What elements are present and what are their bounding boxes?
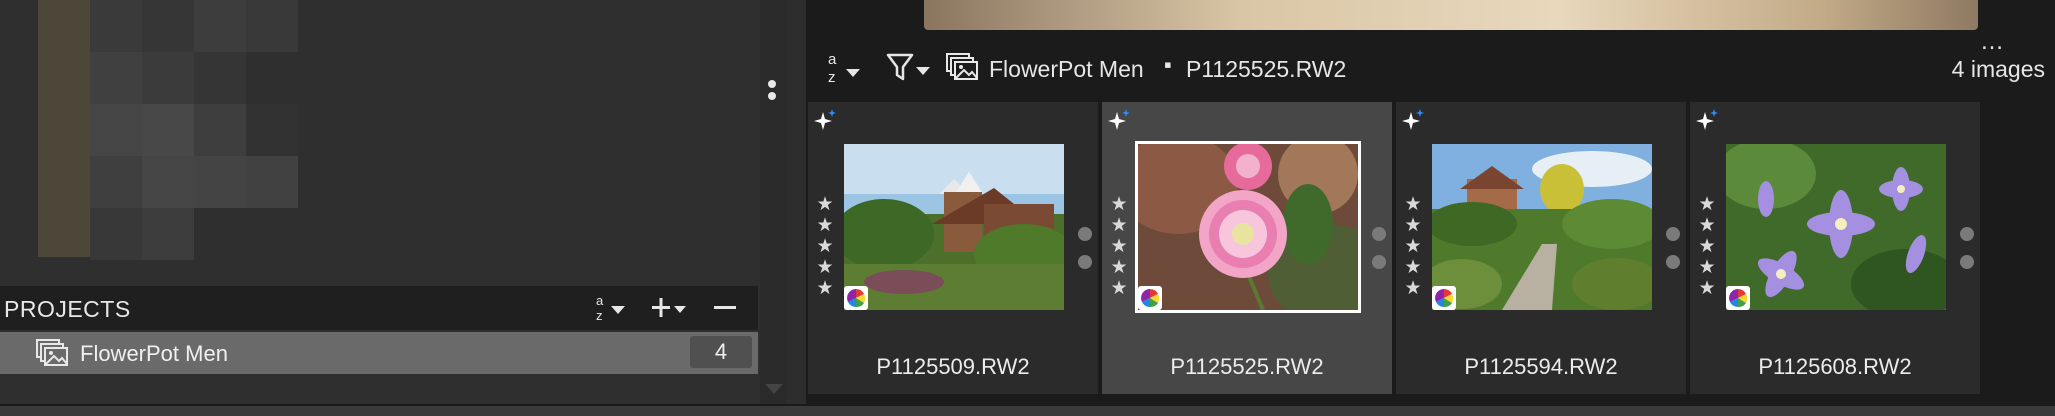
more-options-button[interactable]: … bbox=[1980, 28, 2005, 56]
star-icon[interactable]: ★ bbox=[1109, 194, 1129, 215]
thumbnail-filename: P1125509.RW2 bbox=[876, 354, 1030, 379]
browser-panel: a z FlowerPot Men ▪ P1125525.RW2 … 4 ima… bbox=[806, 0, 2055, 404]
splitter-grip-dot bbox=[768, 92, 776, 100]
star-icon[interactable]: ★ bbox=[815, 257, 835, 278]
tag-dot[interactable] bbox=[1666, 227, 1680, 241]
thumbnail-cell[interactable]: ★ ★ ★ ★ ★ bbox=[1396, 102, 1686, 394]
projects-title: PROJECTS bbox=[4, 296, 131, 322]
svg-text:a: a bbox=[596, 293, 604, 308]
color-label-icon bbox=[844, 286, 868, 310]
splitter-grip-dot bbox=[768, 80, 776, 88]
filter-button[interactable] bbox=[886, 52, 932, 84]
tag-dot[interactable] bbox=[1078, 227, 1092, 241]
color-label-icon bbox=[1138, 286, 1162, 310]
thumbnail-filename: P1125525.RW2 bbox=[1170, 354, 1324, 379]
star-icon[interactable]: ★ bbox=[1109, 257, 1129, 278]
star-icon[interactable]: ★ bbox=[1697, 236, 1717, 257]
tag-indicators[interactable] bbox=[1372, 227, 1386, 283]
plus-icon bbox=[652, 298, 686, 317]
svg-text:a: a bbox=[828, 51, 837, 68]
thumbnail-image bbox=[1135, 141, 1361, 313]
left-panel: PROJECTS a z FlowerPot Men 4 bbox=[0, 0, 760, 404]
star-icon[interactable]: ★ bbox=[815, 278, 835, 299]
tag-dot[interactable] bbox=[1372, 255, 1386, 269]
blurred-preview bbox=[38, 0, 300, 260]
star-icon[interactable]: ★ bbox=[1109, 215, 1129, 236]
sparkle-icon bbox=[1108, 109, 1130, 130]
star-icon[interactable]: ★ bbox=[1109, 278, 1129, 299]
project-name: FlowerPot Men bbox=[80, 341, 228, 366]
filter-icon bbox=[886, 53, 930, 81]
star-rating[interactable]: ★ ★ ★ ★ ★ bbox=[815, 194, 835, 299]
tag-indicators[interactable] bbox=[1078, 227, 1092, 283]
tag-dot[interactable] bbox=[1960, 227, 1974, 241]
stacked-images-icon bbox=[946, 53, 978, 80]
star-icon[interactable]: ★ bbox=[1697, 257, 1717, 278]
star-icon[interactable]: ★ bbox=[1403, 257, 1423, 278]
sort-az-icon: a z bbox=[596, 293, 625, 323]
star-icon[interactable]: ★ bbox=[1697, 278, 1717, 299]
star-icon[interactable]: ★ bbox=[815, 215, 835, 236]
projects-header: PROJECTS a z bbox=[0, 286, 758, 330]
star-icon[interactable]: ★ bbox=[1403, 236, 1423, 257]
thumbnail-image bbox=[1432, 144, 1652, 310]
thumbnail-filename: P1125608.RW2 bbox=[1758, 354, 1912, 379]
thumbnail-image bbox=[1726, 144, 1946, 310]
star-rating[interactable]: ★ ★ ★ ★ ★ bbox=[1697, 194, 1717, 299]
thumbnail-cell[interactable]: ★ ★ ★ ★ ★ bbox=[1690, 102, 1980, 394]
tag-dot[interactable] bbox=[1666, 255, 1680, 269]
star-icon[interactable]: ★ bbox=[815, 194, 835, 215]
star-rating[interactable]: ★ ★ ★ ★ ★ bbox=[1109, 194, 1129, 299]
star-icon[interactable]: ★ bbox=[1403, 194, 1423, 215]
panel-splitter[interactable] bbox=[760, 0, 786, 404]
sort-az-icon: a z bbox=[828, 51, 860, 86]
browser-toolbar: a z FlowerPot Men ▪ P1125525.RW2 … 4 ima… bbox=[806, 28, 2055, 100]
thumbnail-filename: P1125594.RW2 bbox=[1464, 354, 1618, 379]
star-icon[interactable]: ★ bbox=[1109, 236, 1129, 257]
sparkle-icon bbox=[814, 109, 836, 130]
tag-dot[interactable] bbox=[1078, 255, 1092, 269]
star-icon[interactable]: ★ bbox=[1403, 215, 1423, 236]
projects-sort-button[interactable]: a z bbox=[594, 292, 632, 324]
color-label-icon bbox=[1726, 286, 1750, 310]
star-icon[interactable]: ★ bbox=[1697, 215, 1717, 236]
project-row[interactable]: FlowerPot Men 4 bbox=[0, 332, 758, 374]
breadcrumb-current-file: P1125525.RW2 bbox=[1186, 56, 1347, 82]
sparkle-icon bbox=[1696, 109, 1718, 130]
star-icon[interactable]: ★ bbox=[815, 236, 835, 257]
tag-dot[interactable] bbox=[1960, 255, 1974, 269]
minus-icon bbox=[714, 306, 736, 309]
scroll-down-arrow-icon[interactable] bbox=[765, 384, 783, 394]
svg-text:z: z bbox=[596, 308, 603, 323]
stacked-images-icon bbox=[36, 339, 68, 366]
svg-text:z: z bbox=[828, 69, 836, 86]
breadcrumb-separator: ▪ bbox=[1164, 52, 1172, 77]
image-count: 4 images bbox=[1951, 56, 2045, 82]
remove-project-button[interactable] bbox=[708, 292, 742, 324]
viewer-image-edge bbox=[924, 0, 1978, 30]
thumbnail-cell-selected[interactable]: ★ ★ ★ ★ ★ P1125525.RW2 bbox=[1102, 102, 1392, 394]
sort-button[interactable]: a z bbox=[826, 50, 868, 86]
add-project-button[interactable] bbox=[648, 292, 688, 324]
star-icon[interactable]: ★ bbox=[1403, 278, 1423, 299]
sparkle-icon bbox=[1402, 109, 1424, 130]
filmstrip: ★ ★ ★ ★ ★ P1125509.RW2 ★ ★ ★ ★ ★ P112552… bbox=[808, 102, 1988, 394]
thumbnail-cell[interactable]: ★ ★ ★ ★ ★ bbox=[808, 102, 1098, 394]
thumbnail-image bbox=[844, 144, 1064, 310]
tag-indicators[interactable] bbox=[1666, 227, 1680, 283]
project-count-badge: 4 bbox=[690, 336, 752, 368]
tag-indicators[interactable] bbox=[1960, 227, 1974, 283]
bottom-border bbox=[0, 404, 2055, 416]
star-rating[interactable]: ★ ★ ★ ★ ★ bbox=[1403, 194, 1423, 299]
tag-dot[interactable] bbox=[1372, 227, 1386, 241]
star-icon[interactable]: ★ bbox=[1697, 194, 1717, 215]
color-label-icon bbox=[1432, 286, 1456, 310]
breadcrumb-project[interactable]: FlowerPot Men bbox=[989, 56, 1144, 83]
